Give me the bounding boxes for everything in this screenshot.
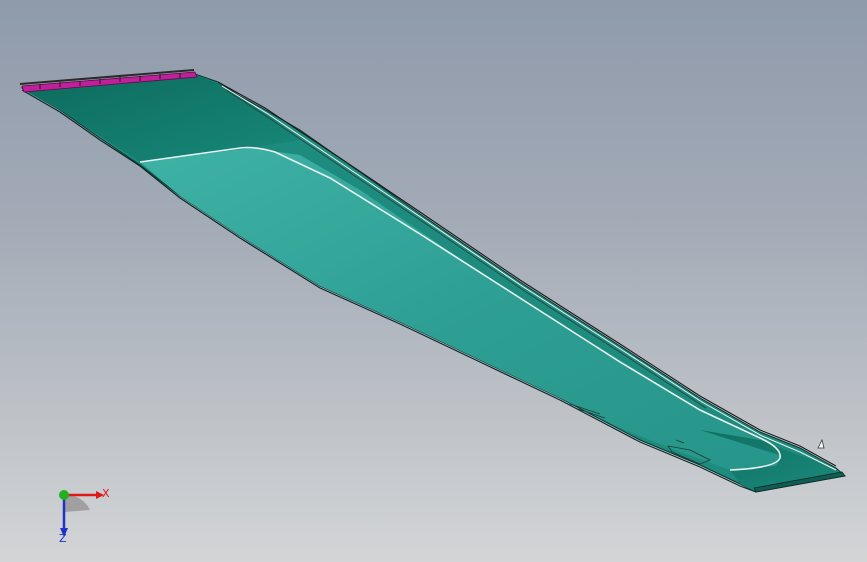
orientation-triad[interactable]: X Z bbox=[46, 482, 116, 548]
wing-model[interactable] bbox=[0, 0, 867, 562]
z-axis-label: Z bbox=[59, 532, 67, 545]
graphics-viewport[interactable]: X Z bbox=[0, 0, 867, 562]
x-axis-label: X bbox=[102, 487, 110, 500]
pitot-tube bbox=[817, 438, 825, 449]
main-panel bbox=[140, 148, 782, 470]
y-axis-dot bbox=[59, 490, 69, 500]
